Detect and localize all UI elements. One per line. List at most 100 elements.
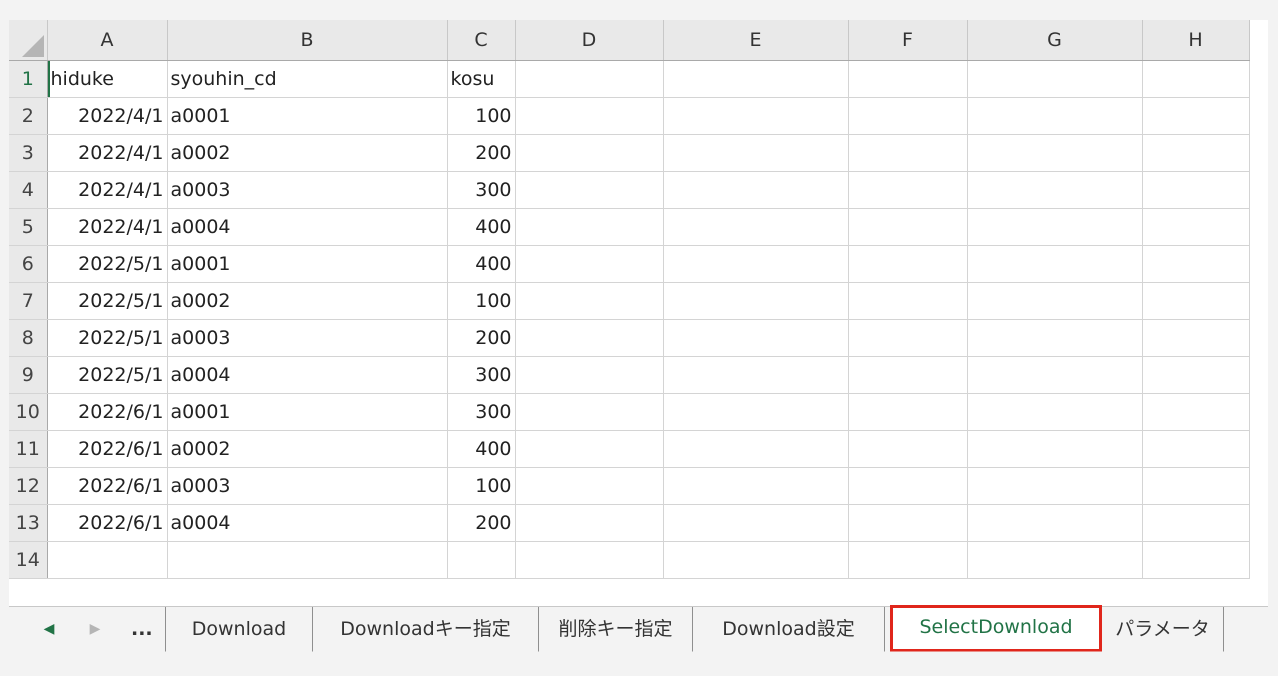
cell-h[interactable] <box>1142 541 1250 579</box>
row-header[interactable]: 12 <box>9 467 48 505</box>
cell-e[interactable] <box>663 282 849 320</box>
cell-h[interactable] <box>1142 393 1250 431</box>
cell-a[interactable]: 2022/6/1 <box>47 467 168 505</box>
cell-f[interactable] <box>848 134 968 172</box>
cell-d[interactable] <box>515 245 664 283</box>
column-header-f[interactable]: F <box>848 20 968 61</box>
cell-c[interactable]: 100 <box>447 467 516 505</box>
cell-e[interactable] <box>663 245 849 283</box>
row-header[interactable]: 7 <box>9 282 48 320</box>
cell-d[interactable] <box>515 541 664 579</box>
cell-c[interactable]: 400 <box>447 208 516 246</box>
cell-a[interactable]: 2022/6/1 <box>47 393 168 431</box>
cell-c[interactable] <box>447 541 516 579</box>
cell-d[interactable] <box>515 430 664 468</box>
cell-b[interactable]: a0004 <box>167 356 448 394</box>
cell-h[interactable] <box>1142 430 1250 468</box>
cell-a[interactable] <box>47 541 168 579</box>
row-header[interactable]: 3 <box>9 134 48 172</box>
row-header[interactable]: 11 <box>9 430 48 468</box>
cell-h[interactable] <box>1142 467 1250 505</box>
cell-g[interactable] <box>967 97 1143 135</box>
cell-c[interactable]: 100 <box>447 97 516 135</box>
cell-e[interactable] <box>663 319 849 357</box>
cell-h[interactable] <box>1142 60 1250 98</box>
cell-e[interactable] <box>663 467 849 505</box>
cell-h[interactable] <box>1142 356 1250 394</box>
cell-d[interactable] <box>515 504 664 542</box>
cell-c[interactable]: 300 <box>447 171 516 209</box>
row-header[interactable]: 9 <box>9 356 48 394</box>
cell-c[interactable]: 200 <box>447 319 516 357</box>
column-header-h[interactable]: H <box>1142 20 1250 61</box>
cell-b[interactable]: a0002 <box>167 134 448 172</box>
column-header-c[interactable]: C <box>447 20 516 61</box>
cell-d[interactable] <box>515 393 664 431</box>
cell-h[interactable] <box>1142 97 1250 135</box>
cell-e[interactable] <box>663 430 849 468</box>
cell-h[interactable] <box>1142 134 1250 172</box>
cell-b[interactable]: a0001 <box>167 245 448 283</box>
cell-f[interactable] <box>848 208 968 246</box>
cell-e[interactable] <box>663 393 849 431</box>
cell-a[interactable]: 2022/5/1 <box>47 319 168 357</box>
cell-g[interactable] <box>967 467 1143 505</box>
cell-g[interactable] <box>967 356 1143 394</box>
cell-d[interactable] <box>515 97 664 135</box>
cell-g[interactable] <box>967 208 1143 246</box>
cell-g[interactable] <box>967 60 1143 98</box>
row-header[interactable]: 8 <box>9 319 48 357</box>
cell-d[interactable] <box>515 282 664 320</box>
cell-e[interactable] <box>663 504 849 542</box>
cell-g[interactable] <box>967 504 1143 542</box>
cell-e[interactable] <box>663 60 849 98</box>
cell-a[interactable]: 2022/5/1 <box>47 282 168 320</box>
cell-b[interactable]: a0001 <box>167 393 448 431</box>
row-header[interactable]: 1 <box>9 60 48 98</box>
cell-b[interactable]: a0004 <box>167 504 448 542</box>
row-header[interactable]: 5 <box>9 208 48 246</box>
cell-f[interactable] <box>848 467 968 505</box>
row-header[interactable]: 10 <box>9 393 48 431</box>
cell-c[interactable]: 400 <box>447 430 516 468</box>
cell-f[interactable] <box>848 430 968 468</box>
cell-c[interactable]: 300 <box>447 356 516 394</box>
cell-g[interactable] <box>967 245 1143 283</box>
row-header[interactable]: 4 <box>9 171 48 209</box>
cell-h[interactable] <box>1142 319 1250 357</box>
column-header-b[interactable]: B <box>167 20 448 61</box>
cell-f[interactable] <box>848 245 968 283</box>
cell-f[interactable] <box>848 356 968 394</box>
cell-a[interactable]: 2022/4/1 <box>47 97 168 135</box>
cell-c[interactable]: 200 <box>447 504 516 542</box>
column-header-a[interactable]: A <box>47 20 168 61</box>
cell-h[interactable] <box>1142 208 1250 246</box>
select-all-corner[interactable] <box>9 20 48 61</box>
cell-h[interactable] <box>1142 245 1250 283</box>
cell-d[interactable] <box>515 60 664 98</box>
cell-b[interactable]: syouhin_cd <box>167 60 448 98</box>
more-tabs-button[interactable]: ... <box>131 607 153 652</box>
cell-a[interactable]: hiduke <box>47 60 168 98</box>
cell-c[interactable]: 400 <box>447 245 516 283</box>
cell-d[interactable] <box>515 134 664 172</box>
cell-a[interactable]: 2022/4/1 <box>47 171 168 209</box>
cell-g[interactable] <box>967 319 1143 357</box>
cell-h[interactable] <box>1142 282 1250 320</box>
cell-f[interactable] <box>848 97 968 135</box>
cell-d[interactable] <box>515 319 664 357</box>
cell-e[interactable] <box>663 171 849 209</box>
cell-d[interactable] <box>515 208 664 246</box>
cell-b[interactable]: a0003 <box>167 171 448 209</box>
tab-download-key[interactable]: Downloadキー指定 <box>313 607 539 652</box>
cell-e[interactable] <box>663 541 849 579</box>
cell-b[interactable]: a0002 <box>167 430 448 468</box>
cell-e[interactable] <box>663 134 849 172</box>
cell-b[interactable]: a0003 <box>167 319 448 357</box>
cell-d[interactable] <box>515 356 664 394</box>
cell-a[interactable]: 2022/4/1 <box>47 208 168 246</box>
cell-a[interactable]: 2022/5/1 <box>47 245 168 283</box>
cell-f[interactable] <box>848 282 968 320</box>
cell-b[interactable]: a0003 <box>167 467 448 505</box>
cell-c[interactable]: kosu <box>447 60 516 98</box>
